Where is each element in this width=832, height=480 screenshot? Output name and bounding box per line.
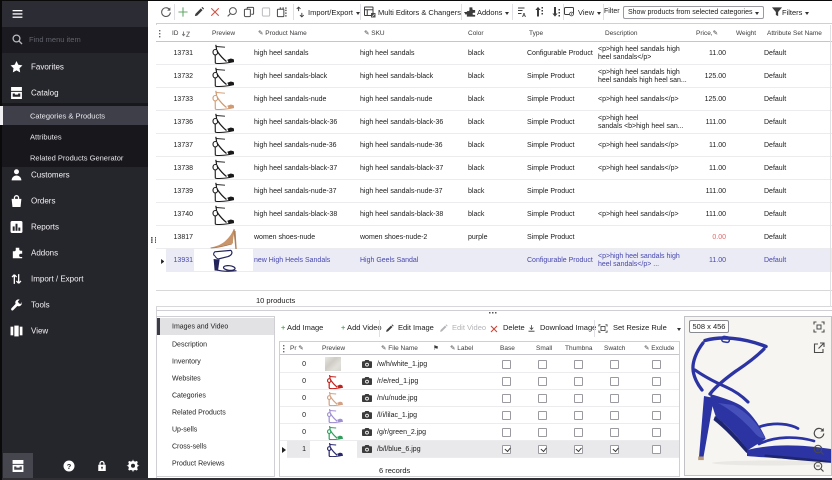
svg-text:?: ?: [67, 462, 72, 471]
svg-text:A: A: [522, 13, 526, 18]
